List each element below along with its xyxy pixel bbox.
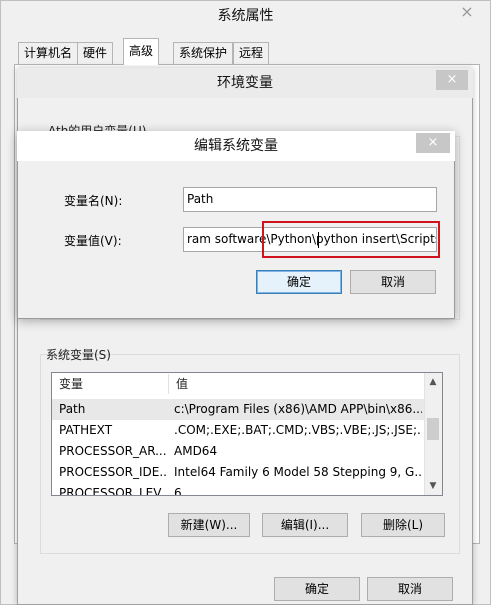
variable-name-cell: PATHEXT xyxy=(59,423,113,437)
edit-variable-button[interactable]: 编辑(I)... xyxy=(262,513,348,537)
new-variable-button[interactable]: 新建(W)... xyxy=(168,513,250,537)
table-row[interactable]: PATHEXT .COM;.EXE;.BAT;.CMD;.VBS;.VBE;.J… xyxy=(52,420,424,441)
column-header-variable[interactable]: 变量 xyxy=(52,373,168,395)
tab-remote[interactable]: 远程 xyxy=(233,42,270,64)
system-properties-close-icon[interactable]: × xyxy=(452,2,482,24)
column-header-value[interactable]: 值 xyxy=(169,373,424,395)
tab-system-protection[interactable]: 系统保护 xyxy=(173,42,234,64)
variable-name-cell: PROCESSOR_IDE... xyxy=(59,465,168,479)
edit-ok-button[interactable]: 确定 xyxy=(256,270,342,294)
edit-dialog-close-icon[interactable]: × xyxy=(416,133,450,153)
variable-name-field[interactable]: Path xyxy=(183,187,437,212)
tab-advanced[interactable]: 高级 xyxy=(123,38,160,65)
edit-dialog-title: 编辑系统变量 xyxy=(194,138,278,154)
variable-value-label: 变量值(V): xyxy=(64,234,122,248)
environment-variables-close-icon[interactable]: × xyxy=(436,70,468,90)
highlight-annotation-box xyxy=(262,221,440,258)
tab-computer-name[interactable]: 计算机名 xyxy=(18,42,79,64)
environment-variables-title: 环境变量 xyxy=(217,75,273,91)
variable-value-cell: .COM;.EXE;.BAT;.CMD;.VBS;.VBE;.JS;.JSE;.… xyxy=(174,423,422,437)
variable-value-cell: 6 xyxy=(174,486,182,495)
scroll-down-icon[interactable]: ▼ xyxy=(424,477,442,495)
variable-name-cell: PROCESSOR_LEV... xyxy=(59,486,168,495)
variable-value-cell: Intel64 Family 6 Model 58 Stepping 9, G.… xyxy=(174,465,422,479)
table-row[interactable]: PROCESSOR_AR... AMD64 xyxy=(52,441,424,462)
variable-value-cell: c:\Program Files (x86)\AMD APP\bin\x86..… xyxy=(174,402,422,416)
system-properties-title: 系统属性 xyxy=(217,8,274,24)
delete-variable-button[interactable]: 删除(L) xyxy=(361,513,445,537)
scroll-up-icon[interactable]: ▲ xyxy=(424,373,442,391)
variable-name-cell: PROCESSOR_AR... xyxy=(59,444,167,458)
edit-cancel-button[interactable]: 取消 xyxy=(350,270,436,294)
table-row[interactable]: Path c:\Program Files (x86)\AMD APP\bin\… xyxy=(52,399,424,420)
table-row[interactable]: PROCESSOR_LEV... 6 xyxy=(52,483,424,495)
environment-cancel-button[interactable]: 取消 xyxy=(367,577,453,601)
variable-name-label: 变量名(N): xyxy=(64,194,123,208)
system-variables-label: 系统变量(S) xyxy=(46,348,111,362)
variable-value-cell: AMD64 xyxy=(174,444,218,458)
environment-ok-button[interactable]: 确定 xyxy=(274,577,360,601)
variable-name-cell: Path xyxy=(59,402,86,416)
scrollbar-thumb[interactable] xyxy=(427,418,439,440)
table-row[interactable]: PROCESSOR_IDE... Intel64 Family 6 Model … xyxy=(52,462,424,483)
tab-hardware[interactable]: 硬件 xyxy=(77,42,114,64)
